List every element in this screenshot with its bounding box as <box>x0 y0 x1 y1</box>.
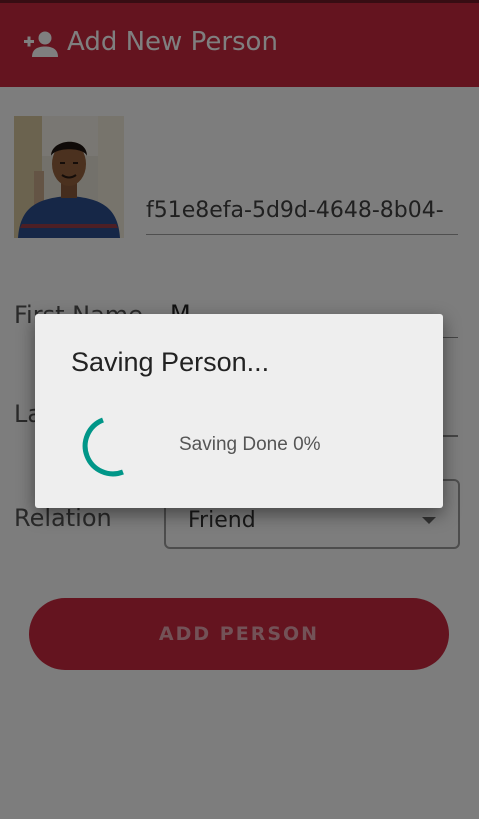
progress-spinner-icon <box>73 415 133 477</box>
dialog-progress-message: Saving Done 0% <box>179 434 321 455</box>
dialog-title: Saving Person... <box>71 347 270 377</box>
screen: Add New Person f51e8efa-5d9d-4648-8b04- <box>0 0 479 819</box>
saving-dialog: Saving Person... Saving Done 0% <box>35 314 443 508</box>
